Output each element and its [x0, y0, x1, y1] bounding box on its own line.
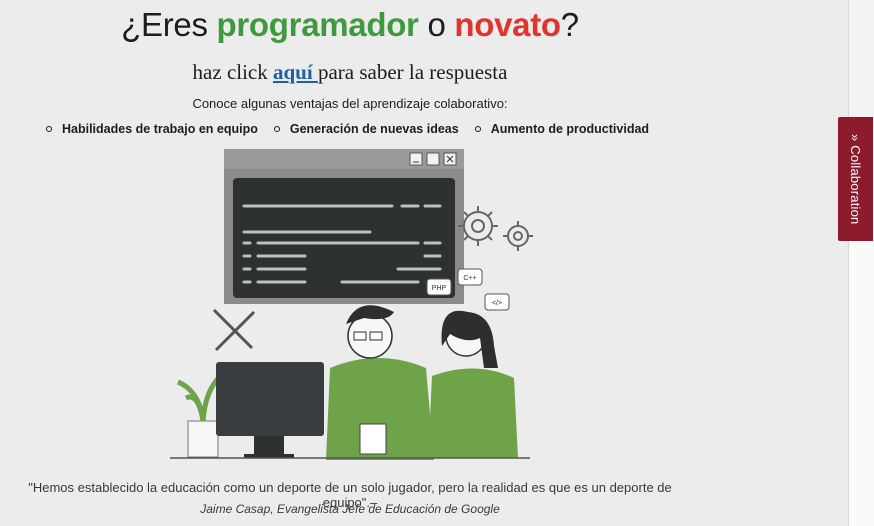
bullet-icon [273, 126, 280, 132]
bullet-icon [474, 126, 481, 132]
intro-text: Conoce algunas ventajas del aprendizaje … [192, 96, 508, 111]
list-item: Aumento de productividad [474, 122, 649, 136]
quote-author: Jaime Casap, Evangelista Jefe de Educaci… [200, 502, 500, 516]
collaboration-tab[interactable]: » Collaboration [838, 117, 873, 241]
svg-text:</>: </> [492, 300, 502, 307]
bullet-icon [46, 126, 52, 132]
title-word-programador: programador [216, 6, 419, 43]
subtitle: haz click aquí para saber la respuesta [192, 60, 508, 84]
double-chevron-icon: » [848, 133, 863, 146]
content-page: ¿Eres programador o novato? haz click aq… [0, 0, 849, 526]
list-item: Habilidades de trabajo en equipo [46, 122, 258, 136]
scrollbar-track[interactable] [849, 0, 874, 526]
answer-link[interactable]: aquí [273, 60, 318, 84]
svg-text:C++: C++ [463, 275, 476, 282]
title-word-novato: novato [454, 6, 561, 43]
benefits-list: Habilidades de trabajo en equipo Generac… [46, 122, 649, 136]
page-title: ¿Eres programador o novato? [121, 6, 579, 43]
list-item: Generación de nuevas ideas [273, 122, 459, 136]
collaboration-illustration: C++ PHP </> [170, 149, 533, 460]
scrollbar-thumb[interactable] [849, 240, 874, 526]
svg-text:PHP: PHP [432, 285, 447, 292]
